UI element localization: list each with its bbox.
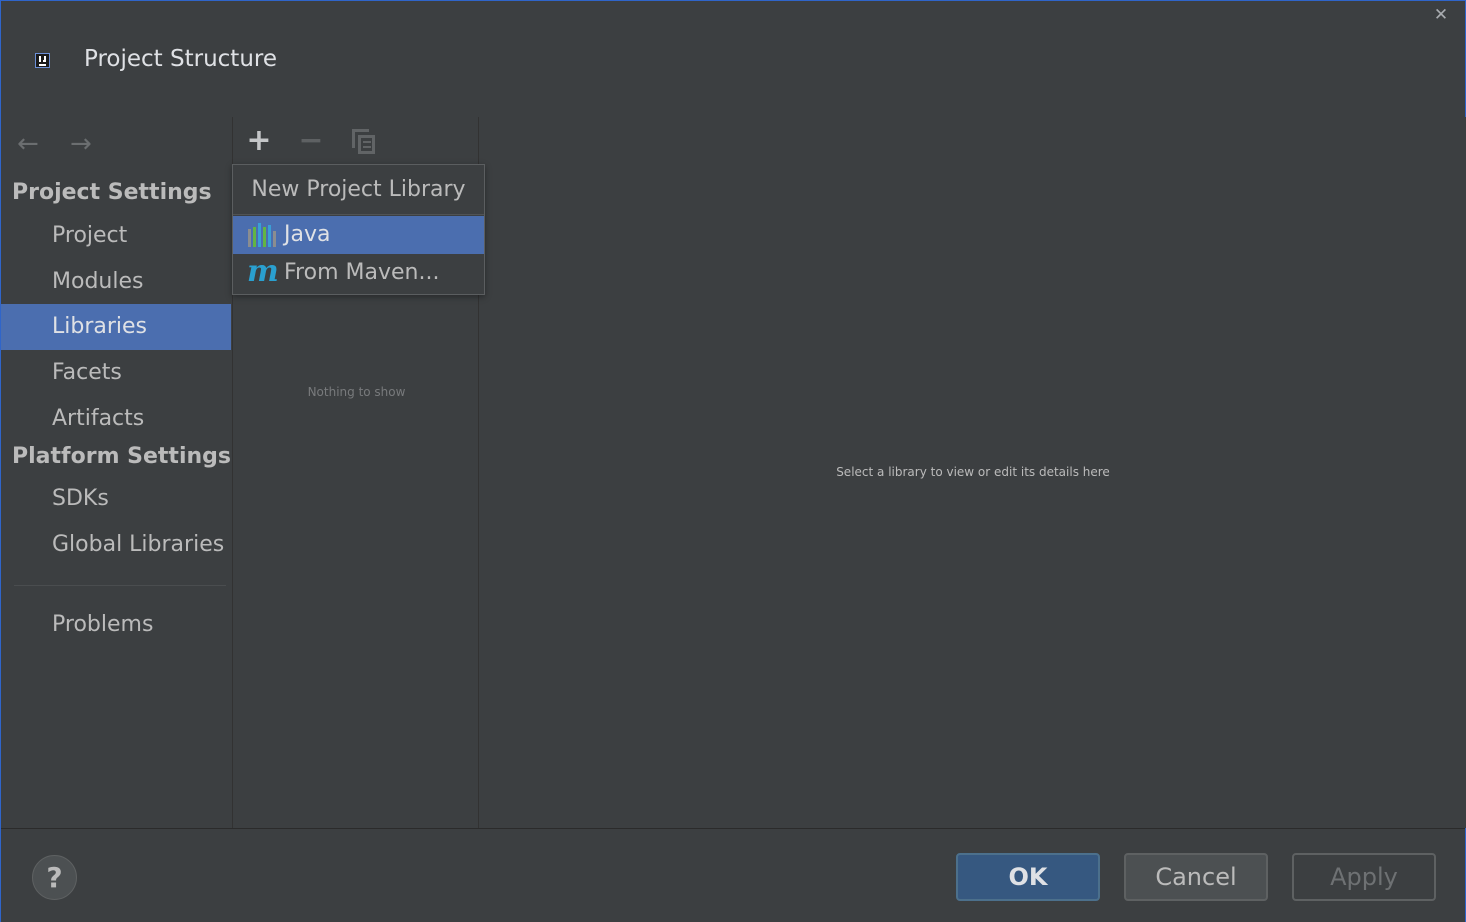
- library-details-panel: Select a library to view or edit its det…: [480, 117, 1466, 828]
- cancel-button[interactable]: Cancel: [1124, 853, 1268, 901]
- sidebar-item-modules[interactable]: Modules: [1, 259, 231, 305]
- sidebar-item-artifacts[interactable]: Artifacts: [1, 396, 231, 442]
- project-structure-dialog: Project Structure ✕ ← → Project Settings…: [0, 0, 1466, 922]
- popup-item-java[interactable]: Java: [233, 216, 484, 254]
- dialog-title: Project Structure: [84, 46, 277, 72]
- popup-header: New Project Library: [233, 165, 484, 215]
- sidebar-divider: [14, 585, 226, 586]
- java-library-icon: [248, 223, 278, 247]
- sidebar-item-sdks[interactable]: SDKs: [1, 476, 231, 522]
- popup-item-from-maven[interactable]: m From Maven...: [233, 254, 484, 292]
- back-arrow-icon[interactable]: ←: [17, 131, 47, 161]
- forward-arrow-icon[interactable]: →: [70, 131, 100, 161]
- sidebar-item-global-libraries[interactable]: Global Libraries: [1, 522, 231, 568]
- sidebar-item-problems[interactable]: Problems: [1, 602, 231, 648]
- apply-button[interactable]: Apply: [1292, 853, 1436, 901]
- empty-list-text: Nothing to show: [307, 385, 406, 399]
- copy-icon[interactable]: [347, 125, 379, 157]
- popup-item-label: Java: [284, 222, 331, 247]
- ok-button[interactable]: OK: [956, 853, 1100, 901]
- sidebar-item-facets[interactable]: Facets: [1, 350, 231, 396]
- intellij-app-icon: [35, 53, 50, 68]
- close-icon[interactable]: ✕: [1431, 5, 1451, 25]
- platform-settings-heading: Platform Settings: [12, 444, 231, 469]
- dialog-footer: ? OK Cancel Apply: [1, 828, 1465, 922]
- details-hint-text: Select a library to view or edit its det…: [836, 465, 1110, 479]
- new-project-library-popup: New Project Library Java m From Maven...: [232, 164, 485, 295]
- remove-icon[interactable]: −: [295, 125, 327, 157]
- help-button[interactable]: ?: [32, 855, 77, 900]
- settings-sidebar: ← → Project Settings Project Modules Lib…: [1, 117, 231, 828]
- sidebar-item-project[interactable]: Project: [1, 213, 231, 259]
- sidebar-item-libraries[interactable]: Libraries: [1, 304, 231, 350]
- maven-icon: m: [247, 254, 279, 289]
- popup-item-label: From Maven...: [284, 260, 440, 285]
- add-icon[interactable]: +: [243, 125, 275, 157]
- title-bar: Project Structure ✕: [1, 1, 1465, 117]
- project-settings-heading: Project Settings: [12, 180, 212, 205]
